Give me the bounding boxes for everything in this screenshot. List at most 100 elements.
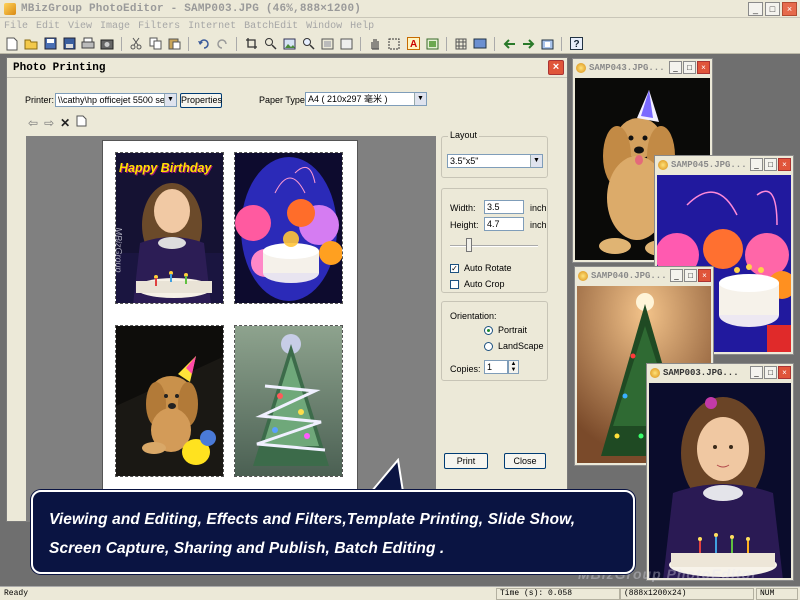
fit-icon[interactable] [319,36,335,52]
image-icon [576,63,586,73]
save-icon[interactable] [42,36,58,52]
menu-filters[interactable]: Filters [138,21,180,32]
minimize-button[interactable]: _ [670,269,683,282]
thumbnail-cake-balloons[interactable] [234,152,343,304]
status-image-size: (888x1200x24) [624,589,687,598]
arrow-left-icon[interactable]: ⇦ [28,116,38,130]
toolbar-divider [446,36,447,51]
print-icon[interactable] [80,36,96,52]
image-icon [650,368,660,378]
close-button[interactable]: × [778,158,791,171]
help-icon[interactable]: ? [568,36,584,52]
properties-button[interactable]: Properties [180,93,222,108]
paper-type-select[interactable]: A4 ( 210x297 毫米 ) ▼ [305,92,427,106]
menu-edit[interactable]: Edit [36,21,60,32]
menu-internet[interactable]: Internet [188,21,236,32]
app-title-bar: MBizGroup PhotoEditor - SAMP003.JPG (46%… [0,0,800,18]
dialog-close-button[interactable]: × [548,60,564,75]
redo-icon[interactable] [214,36,230,52]
orientation-group: Orientation: Portrait LandScape Copies: … [441,301,548,381]
new-icon[interactable] [4,36,20,52]
close-button[interactable]: × [778,366,791,379]
status-time: Time (s): 0.058 [500,589,573,598]
width-input[interactable]: 3.5 [484,200,524,214]
add-page-icon[interactable] [76,115,87,130]
orientation-label: Orientation: [450,311,497,321]
maximize-button[interactable]: □ [764,366,777,379]
size-slider-track[interactable] [450,245,538,247]
save-as-icon[interactable] [61,36,77,52]
arrow-right-icon[interactable]: ⇨ [44,116,54,130]
paper-type-label: Paper Type: [259,95,308,105]
menu-help[interactable]: Help [350,21,374,32]
actual-size-icon[interactable] [338,36,354,52]
menu-image[interactable]: Image [100,21,130,32]
window-title: SAMP040.JPG... [591,271,667,281]
canvas-icon[interactable] [281,36,297,52]
toolbar-divider [360,36,361,51]
scan-icon[interactable] [99,36,115,52]
cut-icon[interactable] [128,36,144,52]
open-icon[interactable] [23,36,39,52]
frame-icon[interactable] [424,36,440,52]
zoom-icon[interactable] [300,36,316,52]
maximize-button[interactable]: □ [764,158,777,171]
toolbar-divider [121,36,122,51]
close-button[interactable]: Close [504,453,546,469]
thumbnail-christmas-tree[interactable] [234,325,343,477]
minimize-button[interactable]: _ [750,158,763,171]
printer-select[interactable]: \\cathy\hp officejet 5500 series ▼ [55,93,177,107]
menu-file[interactable]: File [4,21,28,32]
capture-icon[interactable] [539,36,555,52]
minimize-button[interactable]: _ [748,2,763,16]
size-slider-handle[interactable] [466,238,472,252]
minimize-button[interactable]: _ [750,366,763,379]
copy-icon[interactable] [147,36,163,52]
menu-view[interactable]: View [68,21,92,32]
slideshow-icon[interactable] [472,36,488,52]
menu-window[interactable]: Window [306,21,342,32]
prev-icon[interactable] [501,36,517,52]
printer-label: Printer: [25,95,55,105]
menu-batchedit[interactable]: BatchEdit [244,21,298,32]
portrait-radio[interactable] [484,326,493,335]
close-button[interactable]: × [697,61,710,74]
thumbnail-birthday-girl[interactable]: Happy Birthday MBizGroup [115,152,224,304]
print-button[interactable]: Print [444,453,488,469]
resize-icon[interactable] [262,36,278,52]
landscape-radio[interactable] [484,342,493,351]
grid-icon[interactable] [453,36,469,52]
copies-input[interactable]: 1 [484,360,508,374]
image-icon [578,271,588,281]
maximize-button[interactable]: □ [684,269,697,282]
paper-type-value: A4 ( 210x297 毫米 ) [308,94,388,104]
hand-icon[interactable] [367,36,383,52]
chevron-down-icon: ▼ [530,155,542,167]
crop-icon[interactable] [243,36,259,52]
layout-value: 3.5"x5" [450,156,479,166]
auto-crop-checkbox[interactable] [450,280,459,289]
layout-select[interactable]: 3.5"x5" ▼ [447,154,543,168]
height-input[interactable]: 4.7 [484,217,524,231]
toolbar: A ? [0,34,800,54]
next-icon[interactable] [520,36,536,52]
maximize-button[interactable]: □ [765,2,780,16]
copies-spinner[interactable]: ▲ ▼ [508,360,519,374]
image-window-samp003[interactable]: SAMP003.JPG... _ □ × [646,363,794,581]
paste-icon[interactable] [166,36,182,52]
undo-icon[interactable] [195,36,211,52]
width-unit: inch [530,203,547,213]
thumbnail-dog[interactable] [115,325,224,477]
feature-callout: Viewing and Editing, Effects and Filters… [31,490,635,574]
close-app-button[interactable]: × [782,2,797,16]
auto-rotate-label: Auto Rotate [464,263,512,273]
auto-rotate-checkbox[interactable]: ✓ [450,264,459,273]
minimize-button[interactable]: _ [669,61,682,74]
select-icon[interactable] [386,36,402,52]
text-icon[interactable]: A [405,36,421,52]
print-page: Happy Birthday MBizGroup [102,140,358,492]
maximize-button[interactable]: □ [683,61,696,74]
close-button[interactable]: × [698,269,711,282]
delete-icon[interactable]: ✕ [60,116,70,130]
toolbar-divider [561,36,562,51]
